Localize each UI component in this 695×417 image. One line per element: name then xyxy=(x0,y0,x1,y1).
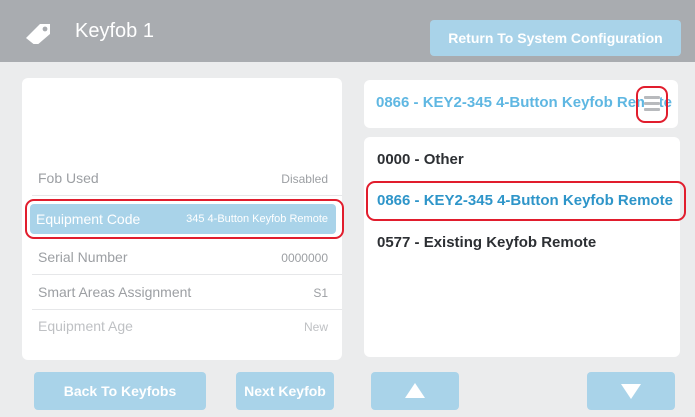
header-bar: Keyfob 1 Return To System Configuration xyxy=(0,0,695,62)
detail-value: Disabled xyxy=(281,172,328,186)
detail-label: Smart Areas Assignment xyxy=(38,284,192,300)
back-to-keyfobs-button[interactable]: Back To Keyfobs xyxy=(34,372,206,410)
detail-row-fob-used[interactable]: Fob Used Disabled xyxy=(32,160,342,196)
equipment-code-selector[interactable]: 0866 - KEY2-345 4-Button Keyfob Remote xyxy=(364,80,678,128)
highlight-selected-option xyxy=(366,181,686,221)
detail-value: New xyxy=(303,320,328,334)
detail-value: S1 xyxy=(313,286,328,300)
keyfob-screen: Keyfob 1 Return To System Configuration … xyxy=(0,0,695,417)
return-to-system-configuration-button[interactable]: Return To System Configuration xyxy=(430,20,681,56)
dropdown-option[interactable]: 0000 - Other xyxy=(377,151,464,168)
scroll-up-button[interactable] xyxy=(371,372,459,410)
page-title: Keyfob 1 xyxy=(75,20,154,42)
scroll-down-button[interactable] xyxy=(587,372,675,410)
detail-value: 0000000 xyxy=(281,251,328,265)
arrow-up-icon xyxy=(405,383,425,398)
detail-label: Equipment Age xyxy=(38,318,133,334)
dropdown-option[interactable]: 0577 - Existing Keyfob Remote xyxy=(377,234,596,251)
highlight-equipment-code xyxy=(25,199,344,239)
detail-row-smart-areas[interactable]: Smart Areas Assignment S1 xyxy=(32,274,342,310)
arrow-down-icon xyxy=(621,384,641,399)
detail-row-equipment-age[interactable]: Equipment Age New xyxy=(32,308,342,344)
detail-row-serial-number[interactable]: Serial Number 0000000 xyxy=(32,239,342,275)
equipment-code-dropdown: 0000 - Other 0866 - KEY2-345 4-Button Ke… xyxy=(364,137,680,357)
highlight-menu-icon xyxy=(636,86,668,123)
detail-label: Fob Used xyxy=(38,170,99,186)
detail-label: Serial Number xyxy=(38,249,128,265)
tag-icon xyxy=(26,24,50,44)
next-keyfob-button[interactable]: Next Keyfob xyxy=(236,372,334,410)
selector-current-value: 0866 - KEY2-345 4-Button Keyfob Remote xyxy=(376,94,672,111)
